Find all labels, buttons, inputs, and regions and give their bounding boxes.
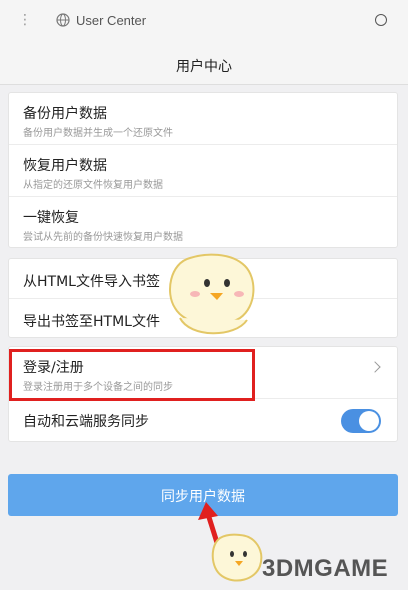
auto-sync-item: 自动和云端服务同步 xyxy=(9,399,397,443)
restore-data-item[interactable]: 恢复用户数据 从指定的还原文件恢复用户数据 xyxy=(9,145,397,197)
one-click-restore-item[interactable]: 一键恢复 尝试从先前的备份快速恢复用户数据 xyxy=(9,197,397,249)
page-header: 用户中心 xyxy=(0,44,408,84)
item-title: 导出书签至HTML文件 xyxy=(23,314,160,330)
reload-icon[interactable] xyxy=(375,14,387,26)
item-title: 一键恢复 xyxy=(23,210,79,226)
item-subtitle: 尝试从先前的备份快速恢复用户数据 xyxy=(23,232,183,243)
header-divider xyxy=(0,84,408,85)
auto-sync-toggle[interactable] xyxy=(341,409,381,433)
watermark-text: 3DMGAME xyxy=(262,555,389,582)
globe-icon xyxy=(56,13,70,27)
item-title: 自动和云端服务同步 xyxy=(23,414,149,430)
watermark-mascot-icon xyxy=(211,533,263,582)
item-title: 恢复用户数据 xyxy=(23,158,107,174)
more-menu-icon[interactable]: ⋮ xyxy=(18,12,32,28)
browser-toolbar: ⋮ User Center xyxy=(0,0,408,44)
item-title: 从HTML文件导入书签 xyxy=(23,274,160,290)
page-title: 用户中心 xyxy=(176,59,232,75)
backup-section: 备份用户数据 备份用户数据并生成一个还原文件 恢复用户数据 从指定的还原文件恢复… xyxy=(8,92,398,248)
mascot-illustration xyxy=(169,253,255,335)
item-title: 备份用户数据 xyxy=(23,106,107,122)
backup-data-item[interactable]: 备份用户数据 备份用户数据并生成一个还原文件 xyxy=(9,93,397,145)
annotation-highlight-box xyxy=(9,349,255,401)
item-subtitle: 从指定的还原文件恢复用户数据 xyxy=(23,180,163,191)
address-bar-text[interactable]: User Center xyxy=(76,13,146,28)
toggle-knob xyxy=(359,411,379,431)
item-subtitle: 备份用户数据并生成一个还原文件 xyxy=(23,128,173,139)
chevron-right-icon xyxy=(369,361,381,373)
